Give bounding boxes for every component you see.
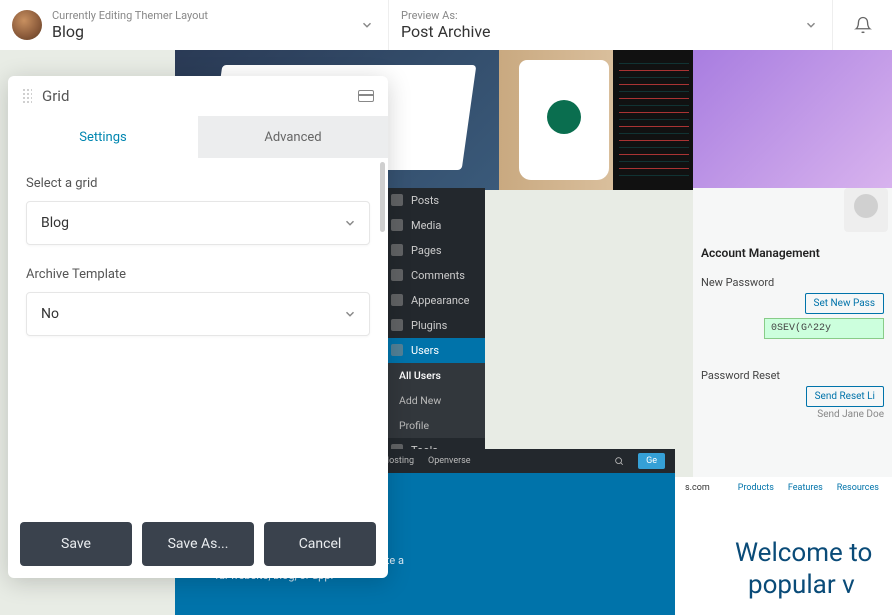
tab-settings[interactable]: Settings	[8, 116, 198, 158]
select-grid-value: Blog	[41, 215, 69, 231]
wp-admin-sidebar: Posts Media Pages Comments Appearance Pl…	[385, 188, 485, 477]
reset-note: Send Jane Doe	[817, 409, 884, 420]
module-settings-panel: Grid Settings Advanced Select a grid Blo…	[8, 76, 388, 578]
chevron-down-icon	[343, 307, 357, 321]
thumb-coffee	[499, 50, 693, 190]
account-heading: Account Management	[701, 246, 884, 260]
wp-submenu-all-users[interactable]: All Users	[385, 363, 485, 388]
avatar	[844, 188, 888, 232]
layout-switcher[interactable]: Currently Editing Themer Layout Blog	[0, 0, 388, 50]
wp-submenu-add-new[interactable]: Add New	[385, 388, 485, 413]
set-new-password-button[interactable]: Set New Pass	[805, 293, 884, 314]
new-password-label: New Password	[701, 276, 884, 289]
archive-template-label: Archive Template	[26, 267, 370, 282]
save-as-button[interactable]: Save As...	[142, 522, 254, 566]
select-grid-dropdown[interactable]: Blog	[26, 201, 370, 245]
wpcom-tile: s.com Products Features Resources Plans …	[675, 477, 892, 615]
wp-menu-pages[interactable]: Pages	[385, 238, 485, 263]
select-grid-label: Select a grid	[26, 176, 370, 191]
panel-tabs: Settings Advanced	[8, 116, 388, 158]
notifications-button[interactable]	[832, 0, 892, 50]
wpcom-nav: s.com Products Features Resources Plans …	[675, 477, 892, 499]
wp-menu-plugins[interactable]: Plugins	[385, 313, 485, 338]
wpcom-nav-products[interactable]: Products	[738, 483, 774, 493]
wp-menu-posts[interactable]: Posts	[385, 188, 485, 213]
beaver-logo	[12, 10, 42, 40]
wp-menu-media[interactable]: Media	[385, 213, 485, 238]
nav-openverse[interactable]: Openverse	[428, 456, 471, 466]
wp-menu-appearance[interactable]: Appearance	[385, 288, 485, 313]
archive-template-value: No	[41, 306, 59, 322]
chevron-down-icon	[343, 216, 357, 230]
editing-value: Blog	[52, 22, 208, 41]
chevron-down-icon	[360, 18, 374, 32]
preview-as-switcher[interactable]: Preview As: Post Archive	[388, 0, 832, 50]
wpcom-headline: Welcome to popular v	[735, 537, 892, 601]
panel-actions: Save Save As... Cancel	[8, 522, 388, 578]
panel-body: Select a grid Blog Archive Template No	[8, 158, 388, 522]
send-reset-button[interactable]: Send Reset Li	[806, 386, 884, 407]
password-value: 0SEV(G^22y	[764, 318, 884, 339]
top-toolbar: Currently Editing Themer Layout Blog Pre…	[0, 0, 892, 50]
responsive-toggle-icon[interactable]	[358, 90, 374, 102]
bell-icon	[854, 16, 872, 34]
wp-submenu-profile[interactable]: Profile	[385, 413, 485, 438]
wp-menu-comments[interactable]: Comments	[385, 263, 485, 288]
archive-template-dropdown[interactable]: No	[26, 292, 370, 336]
password-reset-label: Password Reset	[701, 369, 884, 382]
wpcom-brand: s.com	[685, 483, 710, 493]
scrollbar[interactable]	[380, 162, 385, 232]
wp-menu-users[interactable]: Users	[385, 338, 485, 363]
panel-title: Grid	[42, 87, 358, 105]
cancel-button[interactable]: Cancel	[264, 522, 376, 566]
tab-advanced[interactable]: Advanced	[198, 116, 388, 158]
chevron-down-icon	[804, 18, 818, 32]
preview-value: Post Archive	[401, 22, 491, 41]
thumb-gradient	[693, 50, 892, 190]
save-button[interactable]: Save	[20, 522, 132, 566]
preview-label: Preview As:	[401, 9, 491, 22]
editing-label: Currently Editing Themer Layout	[52, 9, 208, 22]
get-wordpress-button[interactable]: Ge	[638, 453, 665, 469]
wp-profile-panel: Account Management New Password Set New …	[693, 188, 892, 477]
panel-header[interactable]: Grid	[8, 76, 388, 116]
drag-handle-icon[interactable]	[22, 88, 32, 104]
wpcom-nav-features[interactable]: Features	[788, 483, 823, 493]
wpcom-nav-resources[interactable]: Resources	[837, 483, 879, 493]
search-icon[interactable]	[614, 456, 624, 466]
